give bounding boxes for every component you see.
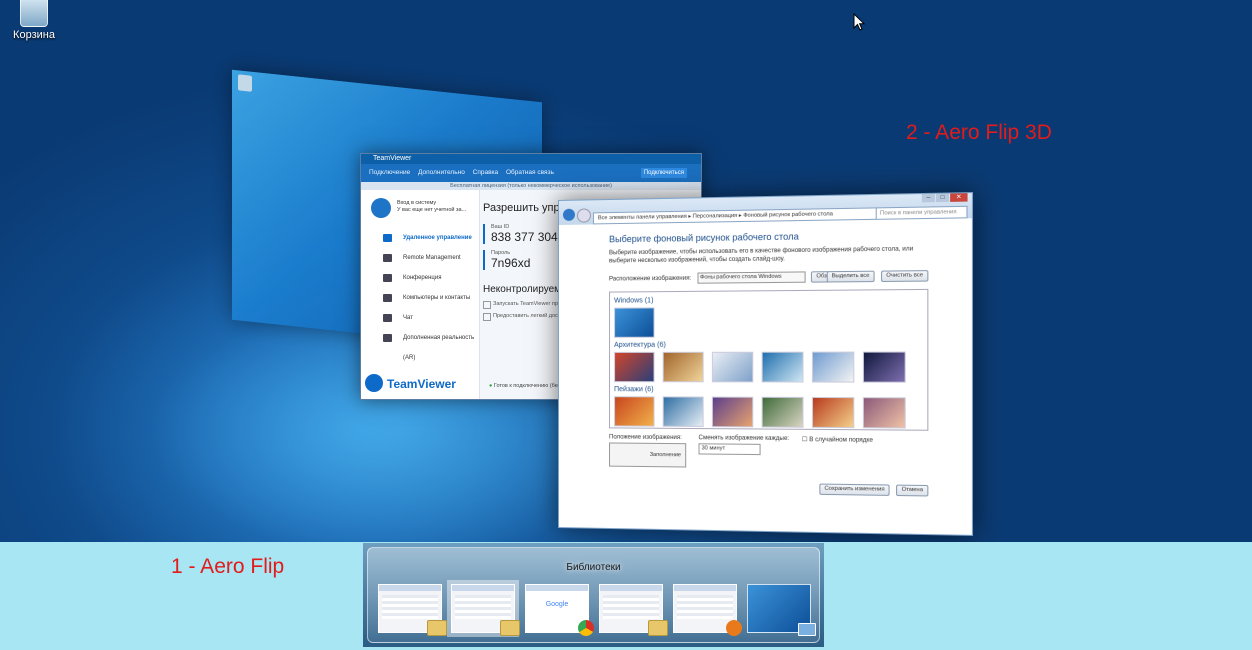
- remote-control-icon: [383, 234, 392, 242]
- sidebar-item-chat[interactable]: Чат: [361, 308, 479, 328]
- position-select[interactable]: Заполнение: [609, 442, 687, 468]
- menu-bar: Подключение Дополнительно Справка Обратн…: [361, 164, 701, 182]
- page-description: Выберите изображение, чтобы использовать…: [609, 246, 914, 265]
- save-button[interactable]: Сохранить изменения: [819, 483, 890, 496]
- wallpaper-thumbnail[interactable]: [614, 307, 655, 338]
- google-text: Google: [545, 601, 569, 608]
- switcher-thumbnail-chrome[interactable]: Google: [525, 584, 594, 636]
- wallpaper-thumbnail[interactable]: [811, 351, 855, 383]
- close-button[interactable]: ✕: [950, 193, 968, 202]
- shuffle-label: В случайном порядке: [809, 437, 873, 444]
- flip3d-label: 2 - Aero Flip 3D: [906, 121, 1052, 144]
- desktop: Корзина 2 - Aero Flip 3D TeamViewer Подк…: [0, 0, 1252, 542]
- wallpaper-thumbnail[interactable]: [662, 351, 704, 383]
- forward-button[interactable]: [576, 208, 591, 223]
- menu-item-extras[interactable]: Дополнительно: [418, 169, 465, 176]
- thumbs-windows: [614, 306, 923, 338]
- sidebar-item-remote-control[interactable]: Удаленное управление: [361, 228, 479, 248]
- page-title: Выберите фоновый рисунок рабочего стола: [609, 231, 799, 245]
- recycle-bin-mini-icon: [238, 74, 252, 92]
- wallpaper-thumbnail[interactable]: [614, 351, 655, 383]
- folder-icon: [500, 620, 520, 636]
- sidebar-item-label: Чат: [403, 315, 413, 321]
- cancel-button[interactable]: Отмена: [896, 484, 929, 497]
- switcher-thumbnail-explorer-2[interactable]: [599, 584, 668, 636]
- avatar: [371, 198, 391, 218]
- group-landscapes[interactable]: Пейзажи (6): [614, 386, 923, 394]
- wallpaper-thumbnail[interactable]: [711, 351, 754, 383]
- ar-icon: [383, 334, 392, 342]
- account-line1: Вход в систему: [397, 200, 437, 206]
- search-input[interactable]: Поиск в панели управления: [875, 205, 968, 220]
- recycle-bin-label: Корзина: [13, 29, 55, 41]
- wallpaper-thumbnail[interactable]: [761, 396, 804, 428]
- group-architecture[interactable]: Архитектура (6): [614, 341, 923, 349]
- wallpaper-list: Windows (1) Архитектура (6) Пейзажи (6): [609, 288, 929, 431]
- recycle-bin-icon: [20, 0, 48, 27]
- wallpaper-thumbnail[interactable]: [711, 396, 754, 428]
- wallpaper-thumbnail[interactable]: [811, 396, 855, 429]
- thumbs-architecture: [614, 351, 923, 383]
- sidebar-item-label: Remote Management: [403, 255, 461, 261]
- options-row: Положение изображения: Заполнение Сменят…: [609, 434, 928, 470]
- sidebar-item-meeting[interactable]: Конференция: [361, 268, 479, 288]
- switcher-thumbnail-explorer-selected[interactable]: [451, 584, 520, 636]
- aeroflip-label: 1 - Aero Flip: [171, 555, 285, 578]
- sidebar-item-remote-management[interactable]: Remote Management: [361, 248, 479, 268]
- connect-button[interactable]: Подключиться: [640, 168, 687, 178]
- remote-management-icon: [383, 254, 392, 262]
- interval-select[interactable]: 30 минут: [698, 443, 761, 456]
- chrome-icon: [578, 620, 594, 636]
- wallpaper-thumbnail[interactable]: [862, 351, 906, 383]
- media-player-icon: [726, 620, 742, 636]
- switcher-thumbnail-media[interactable]: [673, 584, 742, 636]
- menu-item-help[interactable]: Справка: [473, 169, 499, 176]
- show-desktop-icon: [798, 623, 816, 636]
- sidebar-item-computers-contacts[interactable]: Компьютеры и контакты: [361, 288, 479, 308]
- wallpaper-thumbnail[interactable]: [614, 396, 655, 427]
- wallpaper-thumbnail[interactable]: [761, 351, 804, 383]
- chat-icon: [383, 314, 392, 322]
- location-row: Расположение изображения: Фоны рабочего …: [609, 270, 929, 285]
- alt-tab-switcher: Библиотеки Google: [363, 543, 824, 647]
- switcher-thumbnail-explorer[interactable]: [378, 584, 447, 636]
- location-select[interactable]: Фоны рабочего стола Windows: [697, 271, 806, 284]
- minimize-button[interactable]: –: [921, 193, 935, 203]
- back-button[interactable]: [562, 208, 575, 221]
- sidebar: Вход в систему У вас еще нет учетной за.…: [361, 190, 480, 399]
- meeting-icon: [383, 274, 392, 282]
- maximize-button[interactable]: □: [935, 193, 950, 203]
- sidebar-item-label: Компьютеры и контакты: [403, 295, 471, 301]
- position-label: Положение изображения:: [609, 434, 682, 442]
- teamviewer-logo: TeamViewer: [365, 374, 456, 392]
- dialog-buttons: Сохранить изменения Отмена: [815, 483, 929, 497]
- location-label: Расположение изображения:: [609, 275, 692, 283]
- menu-item-feedback[interactable]: Обратная связь: [506, 169, 554, 176]
- group-windows[interactable]: Windows (1): [614, 295, 923, 304]
- wallpaper-thumbnail[interactable]: [662, 396, 704, 428]
- folder-icon: [427, 620, 447, 636]
- folder-icon: [648, 620, 668, 636]
- menu-item-connection[interactable]: Подключение: [369, 169, 410, 176]
- recycle-bin[interactable]: Корзина: [8, 0, 60, 41]
- sidebar-item-label: Конференция: [403, 275, 442, 281]
- control-panel-window[interactable]: – □ ✕ Все элементы панели управления ▸ Пер…: [558, 192, 974, 536]
- wallpaper-thumbnail[interactable]: [862, 397, 906, 429]
- account-line2: У вас еще нет учетной за...: [397, 207, 467, 213]
- sidebar-item-label: Удаленное управление: [403, 235, 472, 241]
- thumbs-landscapes: [614, 396, 923, 429]
- switcher-thumbnail-desktop[interactable]: [747, 584, 816, 636]
- switcher-title: Библиотеки: [566, 562, 621, 573]
- window-title: TeamViewer: [361, 154, 701, 164]
- select-all-button[interactable]: Выделить все: [826, 270, 875, 283]
- account-section[interactable]: Вход в систему У вас еще нет учетной за.…: [361, 190, 479, 228]
- contacts-icon: [383, 294, 392, 302]
- sidebar-item-ar[interactable]: Дополненная реальность (AR): [361, 328, 479, 361]
- interval-label: Сменять изображение каждые:: [698, 435, 790, 443]
- license-banner: Бесплатная лицензия (только некоммерческ…: [361, 182, 701, 190]
- window-controls: – □ ✕: [921, 193, 968, 204]
- clear-all-button[interactable]: Очистить все: [880, 270, 929, 283]
- sidebar-item-label: Дополненная реальность (AR): [403, 335, 475, 361]
